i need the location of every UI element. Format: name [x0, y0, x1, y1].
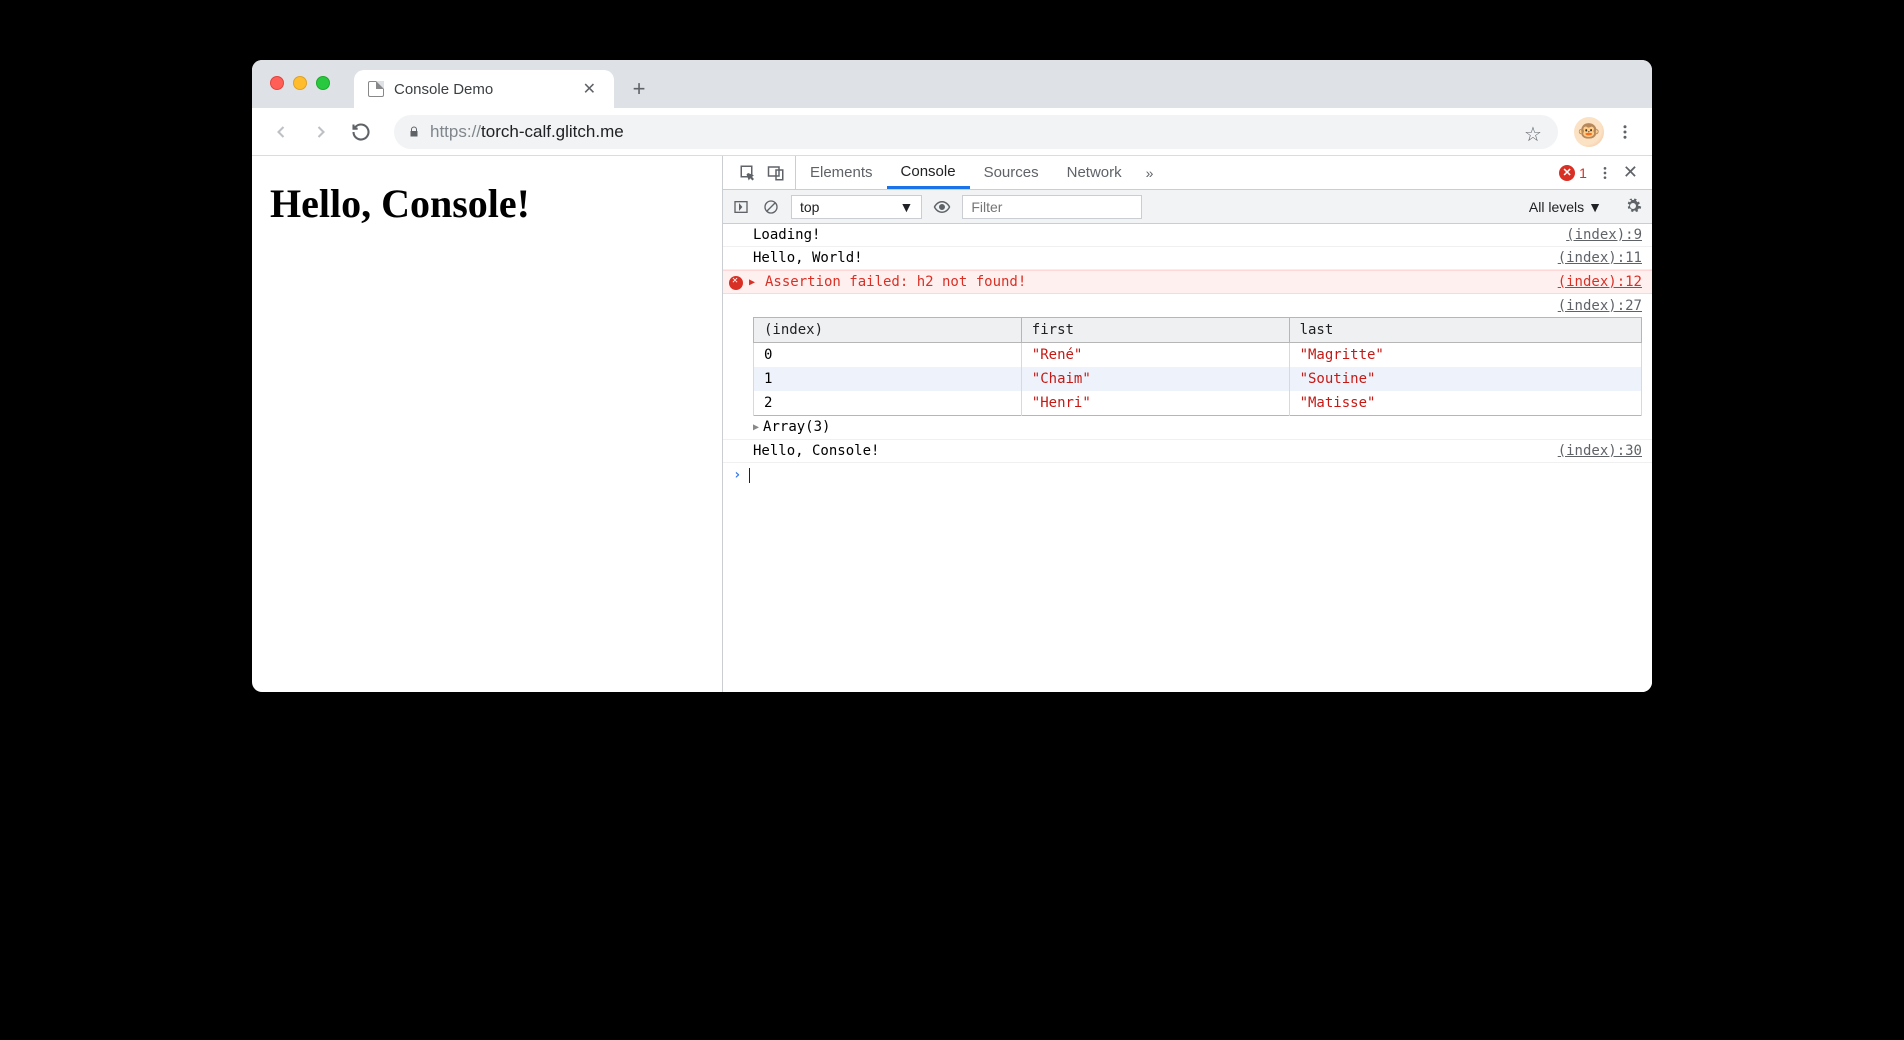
lock-icon [408, 126, 420, 138]
address-bar[interactable]: https://torch-calf.glitch.me ☆ [394, 115, 1558, 149]
source-link[interactable]: (index):27 [1558, 298, 1642, 314]
devtools-corner-controls [729, 156, 796, 189]
table-header[interactable]: last [1289, 318, 1641, 343]
console-prompt[interactable]: › [723, 463, 1652, 487]
console-filter-bar: top ▼ All levels ▼ [723, 190, 1652, 224]
page-viewport: Hello, Console! [252, 156, 722, 692]
expand-triangle-icon[interactable]: ▶ [749, 277, 755, 288]
close-devtools-button[interactable]: ✕ [1623, 162, 1638, 183]
chevron-down-icon: ▼ [1588, 199, 1602, 215]
table-header[interactable]: (index) [754, 318, 1022, 343]
log-entry-error[interactable]: ▶ Assertion failed: h2 not found! (index… [723, 270, 1652, 294]
browser-window: Console Demo ✕ + https://torch-calf.glit… [252, 60, 1652, 692]
expand-triangle-icon[interactable]: ▶ [753, 422, 759, 433]
devtools-panel: Elements Console Sources Network » ✕ 1 ✕ [722, 156, 1652, 692]
tab-network[interactable]: Network [1053, 156, 1136, 189]
page-heading: Hello, Console! [270, 180, 704, 227]
titlebar: Console Demo ✕ + [252, 60, 1652, 108]
new-tab-button[interactable]: + [624, 74, 654, 104]
tab-console[interactable]: Console [887, 156, 970, 189]
log-entry[interactable]: Hello, Console! (index):30 [723, 440, 1652, 463]
close-window-button[interactable] [270, 76, 284, 90]
close-tab-button[interactable]: ✕ [579, 79, 600, 99]
content-area: Hello, Console! Elements Console Sources… [252, 156, 1652, 692]
devtools-menu-button[interactable] [1597, 165, 1613, 181]
page-icon [368, 81, 384, 97]
table-row: 2 "Henri" "Matisse" [754, 391, 1642, 416]
source-link[interactable]: (index):12 [1558, 274, 1642, 290]
prompt-icon: › [733, 467, 741, 483]
more-tabs-button[interactable]: » [1136, 156, 1164, 189]
browser-tab[interactable]: Console Demo ✕ [354, 70, 614, 108]
url-text: https://torch-calf.glitch.me [430, 122, 624, 142]
tab-title: Console Demo [394, 81, 569, 98]
source-link[interactable]: (index):30 [1558, 443, 1642, 459]
sidebar-toggle-icon[interactable] [731, 197, 751, 217]
profile-avatar[interactable]: 🐵 [1574, 117, 1604, 147]
clear-console-icon[interactable] [761, 197, 781, 217]
text-cursor [749, 468, 750, 483]
table-row: 1 "Chaim" "Soutine" [754, 367, 1642, 391]
console-output: Loading! (index):9 Hello, World! (index)… [723, 224, 1652, 692]
chevron-down-icon: ▼ [899, 199, 913, 215]
log-entry[interactable]: Loading! (index):9 [723, 224, 1652, 247]
tab-elements[interactable]: Elements [796, 156, 887, 189]
minimize-window-button[interactable] [293, 76, 307, 90]
console-table: (index) first last 0 "René" "Magritte" [753, 317, 1642, 416]
tab-sources[interactable]: Sources [970, 156, 1053, 189]
reload-button[interactable] [344, 115, 378, 149]
table-header[interactable]: first [1021, 318, 1289, 343]
log-levels-selector[interactable]: All levels ▼ [1529, 199, 1602, 215]
source-link[interactable]: (index):11 [1558, 250, 1642, 266]
filter-input[interactable] [962, 195, 1142, 219]
forward-button[interactable] [304, 115, 338, 149]
array-summary[interactable]: ▶ Array(3) [753, 416, 1642, 435]
bookmark-star-icon[interactable]: ☆ [1524, 122, 1544, 142]
devtools-tabbar: Elements Console Sources Network » ✕ 1 ✕ [723, 156, 1652, 190]
toolbar: https://torch-calf.glitch.me ☆ 🐵 [252, 108, 1652, 156]
log-entry[interactable]: Hello, World! (index):11 [723, 247, 1652, 270]
context-selector[interactable]: top ▼ [791, 195, 922, 219]
error-count-badge[interactable]: ✕ 1 [1559, 165, 1587, 181]
table-row: 0 "René" "Magritte" [754, 343, 1642, 368]
error-icon: ✕ [1559, 165, 1575, 181]
log-entry-table: (index):27 (index) first last 0 [723, 294, 1652, 440]
inspect-element-icon[interactable] [739, 164, 757, 182]
live-expression-icon[interactable] [932, 197, 952, 217]
browser-menu-button[interactable] [1610, 117, 1640, 147]
console-settings-icon[interactable] [1624, 197, 1644, 217]
window-controls [270, 76, 330, 90]
maximize-window-button[interactable] [316, 76, 330, 90]
device-toggle-icon[interactable] [767, 164, 785, 182]
source-link[interactable]: (index):9 [1566, 227, 1642, 243]
back-button[interactable] [264, 115, 298, 149]
